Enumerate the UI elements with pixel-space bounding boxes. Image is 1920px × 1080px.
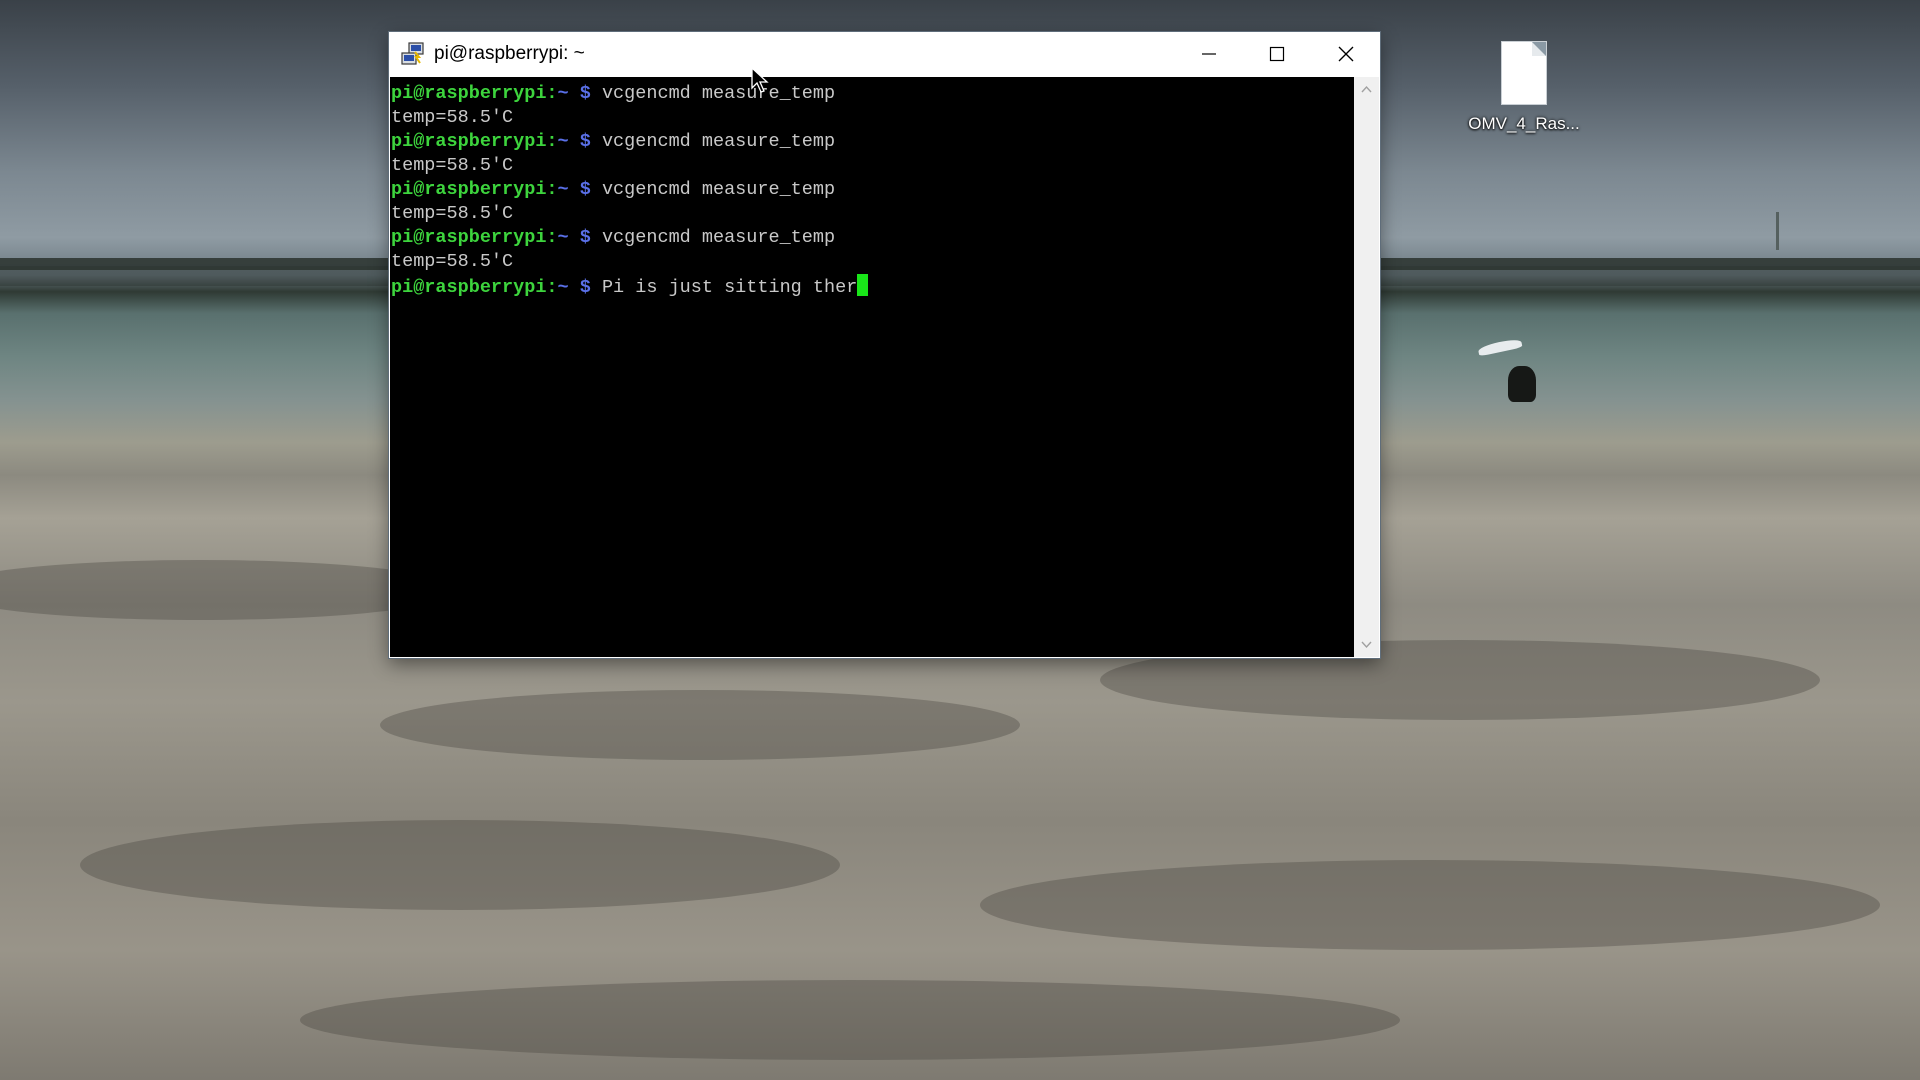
maximize-button[interactable] [1243, 32, 1311, 77]
sand-ripple [980, 860, 1880, 950]
minimize-icon [1202, 53, 1216, 55]
output-text: temp=58.5'C [391, 203, 514, 224]
prompt-path: ~ $ [557, 131, 602, 152]
terminal-output[interactable]: pi@raspberrypi:~ $ vcgencmd measure_temp… [390, 77, 1354, 657]
prompt-user-host: pi@raspberrypi: [391, 131, 558, 152]
close-icon [1338, 46, 1354, 62]
distant-tower [1776, 212, 1779, 250]
prompt-user-host: pi@raspberrypi: [391, 179, 558, 200]
prompt-user-host: pi@raspberrypi: [391, 227, 558, 248]
putty-icon [401, 42, 424, 65]
close-button[interactable] [1312, 32, 1380, 77]
desktop-icon-label: OMV_4_Ras... [1468, 114, 1580, 133]
prompt-user-host: pi@raspberrypi: [391, 83, 558, 104]
command-text: vcgencmd measure_temp [601, 179, 836, 200]
kite [1477, 337, 1523, 357]
terminal-window: pi@raspberrypi: ~ pi@raspberrypi:~ $ vcg… [389, 32, 1380, 658]
desktop-file-omv[interactable]: OMV_4_Ras... [1464, 42, 1584, 134]
minimize-button[interactable] [1175, 32, 1243, 77]
terminal-command-line: pi@raspberrypi:~ $ vcgencmd measure_temp [391, 178, 1354, 202]
terminal-command-line: pi@raspberrypi:~ $ vcgencmd measure_temp [391, 226, 1354, 250]
command-text: vcgencmd measure_temp [601, 227, 836, 248]
kite-surfer [1508, 366, 1536, 402]
file-icon [1502, 42, 1546, 104]
output-text: temp=58.5'C [391, 155, 514, 176]
sand-ripple [380, 690, 1020, 760]
terminal-command-line: pi@raspberrypi:~ $ vcgencmd measure_temp [391, 130, 1354, 154]
terminal-output-line: temp=58.5'C [391, 154, 1354, 178]
title-bar[interactable]: pi@raspberrypi: ~ [389, 32, 1380, 77]
output-text: temp=58.5'C [391, 107, 514, 128]
command-text: Pi is just sitting ther [601, 277, 858, 298]
command-text: vcgencmd measure_temp [601, 131, 836, 152]
terminal-lines: pi@raspberrypi:~ $ vcgencmd measure_temp… [390, 77, 1354, 298]
maximize-icon [1269, 46, 1285, 62]
sand-ripple [80, 820, 840, 910]
vertical-scrollbar[interactable] [1354, 77, 1379, 657]
command-text: vcgencmd measure_temp [601, 83, 836, 104]
chevron-down-icon [1361, 641, 1372, 649]
terminal-output-line: temp=58.5'C [391, 106, 1354, 130]
desktop: OMV_4_Ras... pi@raspberrypi: ~ pi@raspbe… [0, 0, 1920, 1080]
output-text: temp=58.5'C [391, 251, 514, 272]
terminal-output-line: temp=58.5'C [391, 202, 1354, 226]
window-title: pi@raspberrypi: ~ [434, 43, 585, 64]
terminal-output-line: temp=58.5'C [391, 250, 1354, 274]
terminal-command-line: pi@raspberrypi:~ $ Pi is just sitting th… [391, 274, 1354, 298]
prompt-user-host: pi@raspberrypi: [391, 277, 558, 298]
scroll-down-button[interactable] [1354, 633, 1379, 657]
prompt-path: ~ $ [557, 277, 602, 298]
prompt-path: ~ $ [557, 179, 602, 200]
sand-ripple [300, 980, 1400, 1060]
terminal-command-line: pi@raspberrypi:~ $ vcgencmd measure_temp [391, 82, 1354, 106]
prompt-path: ~ $ [557, 227, 602, 248]
mouse-pointer-icon [751, 67, 769, 93]
chevron-up-icon [1361, 85, 1372, 93]
prompt-path: ~ $ [557, 83, 602, 104]
scroll-up-button[interactable] [1354, 77, 1379, 101]
terminal-cursor [857, 274, 869, 296]
